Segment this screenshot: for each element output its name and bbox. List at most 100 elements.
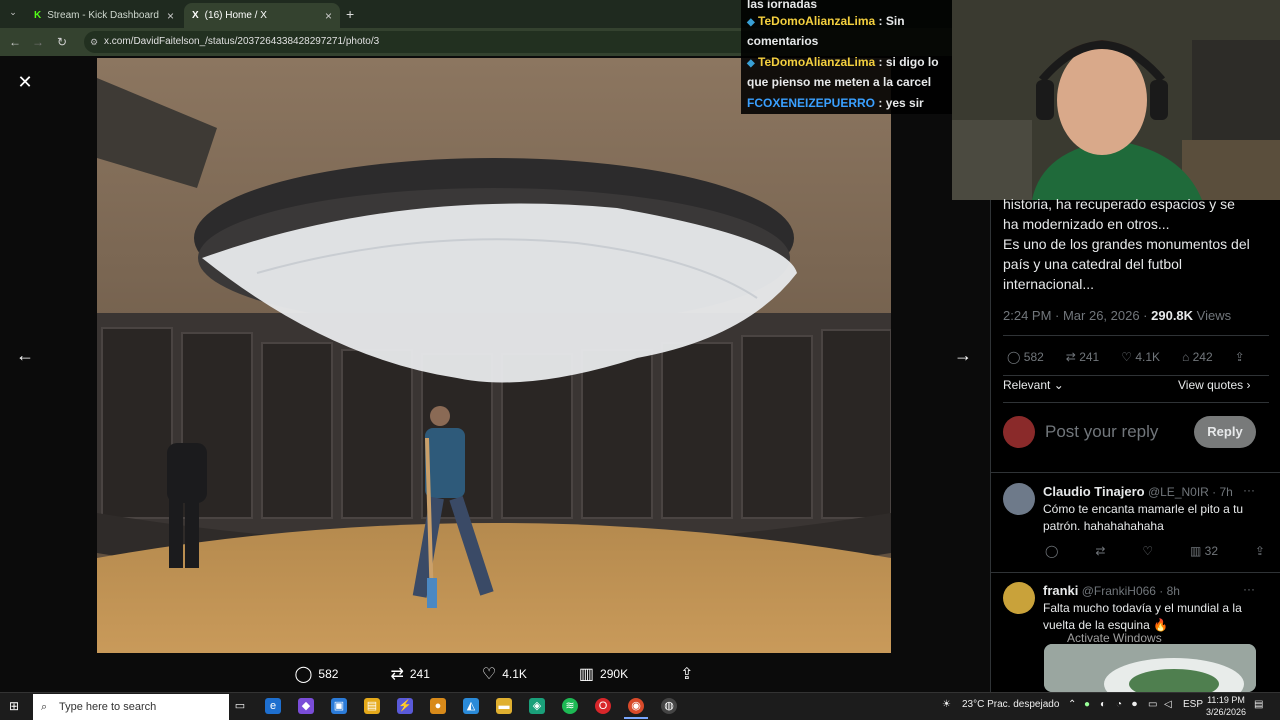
- chat-message: las jornadas: [747, 0, 818, 8]
- copilot-icon[interactable]: ◆: [298, 698, 314, 714]
- heart-icon: ♡: [481, 666, 497, 683]
- bar-chart-icon: ▥: [578, 666, 595, 683]
- opera-icon[interactable]: O: [595, 698, 611, 714]
- previous-photo-icon[interactable]: ←: [9, 339, 41, 371]
- tweet-detail-panel: historia, ha recuperado espacios y se ha…: [990, 196, 1280, 692]
- close-icon[interactable]: ×: [325, 9, 332, 23]
- avatar[interactable]: [1003, 483, 1035, 515]
- divider: [1003, 335, 1269, 336]
- divider: [991, 572, 1280, 573]
- chat-message: ◆ TeDomoAlianzaLima : si digo lo que pie…: [747, 55, 939, 89]
- gem-icon: ◆: [747, 58, 755, 69]
- reply-item: franki @FrankiH066 · 8h Falta mucho toda…: [1043, 583, 1242, 632]
- language-indicator[interactable]: ESP: [1183, 699, 1203, 710]
- views-button[interactable]: ▥ 290K: [579, 664, 628, 684]
- bookmark-count-button[interactable]: ⌂ 242: [1182, 350, 1213, 364]
- stadium-render-image: [1044, 644, 1256, 692]
- reply-input[interactable]: Post your reply: [1045, 422, 1158, 442]
- heart-icon[interactable]: ♡: [1142, 544, 1153, 558]
- app-icon[interactable]: ◭: [463, 698, 479, 714]
- new-tab-button[interactable]: +: [346, 6, 354, 22]
- reply-button[interactable]: ◯ 582: [295, 664, 339, 684]
- tray-app-icon[interactable]: ◔: [1116, 699, 1122, 710]
- chat-message: ◆ TeDomoAlianzaLima : Sin comentarios: [747, 14, 905, 48]
- edge-icon[interactable]: e: [265, 698, 281, 714]
- tweet-timestamp: 2:24 PM · Mar 26, 2026 · 290.8K Views: [1003, 308, 1232, 323]
- comment-icon: ◯: [1007, 350, 1024, 364]
- app-icon[interactable]: ◈: [529, 698, 545, 714]
- tray-app-icon[interactable]: ◐: [1100, 699, 1106, 710]
- site-info-icon[interactable]: ⚙: [90, 31, 98, 53]
- reply-stats-row: ◯ ⇄ ♡ ▥ 32 ⇪: [1045, 544, 1265, 558]
- repost-icon: ⇄: [390, 666, 404, 683]
- reply-media-image[interactable]: [1044, 644, 1256, 692]
- reply-count-button[interactable]: ◯ 582: [1007, 350, 1044, 364]
- spotify-icon[interactable]: ≋: [562, 698, 578, 714]
- tray-app-icon[interactable]: ●: [1084, 699, 1090, 710]
- reply-button[interactable]: Reply: [1194, 416, 1256, 448]
- repost-count-button[interactable]: ⇄ 241: [1066, 350, 1099, 364]
- gem-icon: ◆: [747, 17, 755, 28]
- share-icon[interactable]: ⇪: [1255, 544, 1265, 558]
- volume-icon[interactable]: ◁: [1164, 699, 1172, 710]
- close-viewer-icon[interactable]: ✕: [9, 66, 41, 98]
- forward-arrow-icon[interactable]: →: [30, 34, 46, 50]
- share-icon: ⇪: [1234, 350, 1245, 364]
- back-arrow-icon[interactable]: ←: [7, 34, 23, 50]
- file-explorer-icon[interactable]: ▤: [364, 698, 380, 714]
- clock[interactable]: 11:19 PM 3/26/2026: [1206, 694, 1246, 718]
- repost-button[interactable]: ⇄ 241: [390, 664, 429, 684]
- repost-icon[interactable]: ⇄: [1095, 544, 1105, 558]
- folder-icon[interactable]: ▬: [496, 698, 512, 714]
- chrome-icon[interactable]: ◉: [628, 698, 644, 714]
- reload-icon[interactable]: ↻: [54, 34, 70, 50]
- like-count-button[interactable]: ♡ 4.1K: [1121, 350, 1160, 364]
- stream-chat-overlay: las jornadas ◆ TeDomoAlianzaLima : Sin c…: [741, 0, 952, 114]
- tab-x-home[interactable]: X (16) Home / X ×: [184, 3, 340, 28]
- sort-dropdown[interactable]: Relevant ⌄: [1003, 378, 1064, 392]
- like-button[interactable]: ♡ 4.1K: [482, 664, 527, 684]
- views-button[interactable]: ▥ 32: [1190, 544, 1218, 558]
- x-favicon-icon: X: [192, 10, 199, 21]
- tab-list-chevron-icon[interactable]: ⌄: [6, 7, 20, 21]
- weather-text[interactable]: 23°C Prac. despejado: [962, 699, 1059, 710]
- notifications-icon[interactable]: ▤: [1254, 699, 1263, 710]
- divider: [991, 472, 1280, 473]
- store-icon[interactable]: ▣: [331, 698, 347, 714]
- network-icon[interactable]: ▭: [1148, 699, 1157, 710]
- avatar: [1003, 416, 1035, 448]
- tab-kick-dashboard[interactable]: K Stream - Kick Dashboard ×: [26, 3, 182, 28]
- more-options-icon[interactable]: ···: [1243, 483, 1255, 497]
- share-icon: ⇪: [680, 666, 694, 683]
- search-icon: ⌕: [41, 701, 48, 713]
- bookmark-icon: ⌂: [1182, 350, 1193, 364]
- share-button[interactable]: ⇪: [1235, 350, 1245, 364]
- weather-icon[interactable]: ☀: [942, 699, 951, 710]
- comment-icon[interactable]: ◯: [1045, 544, 1058, 558]
- more-options-icon[interactable]: ···: [1243, 582, 1255, 596]
- app-icon[interactable]: ⚡: [397, 698, 413, 714]
- tab-label: Stream - Kick Dashboard: [47, 10, 159, 21]
- chevron-up-icon[interactable]: ⌃: [1068, 699, 1076, 710]
- task-view-icon[interactable]: ▭: [232, 698, 248, 714]
- windows-start-icon[interactable]: ⊞: [9, 700, 21, 712]
- avatar[interactable]: [1003, 582, 1035, 614]
- app-icon[interactable]: ●: [430, 698, 446, 714]
- active-app-indicator: [624, 717, 648, 719]
- reply-item: Claudio Tinajero @LE_N0IR · 7h Cómo te e…: [1043, 484, 1244, 533]
- webcam-feed: [952, 0, 1280, 200]
- microphone-icon[interactable]: ⏺: [1132, 699, 1137, 710]
- heart-icon: ♡: [1121, 350, 1136, 364]
- taskbar-search-input[interactable]: ⌕ Type here to search: [33, 694, 229, 720]
- view-quotes-link[interactable]: View quotes ›: [1178, 378, 1251, 392]
- activate-windows-watermark: Activate Windows: [1067, 631, 1162, 645]
- photo-action-bar: ◯ 582 ⇄ 241 ♡ 4.1K ▥ 290K ⇪: [97, 656, 891, 692]
- next-photo-icon[interactable]: →: [947, 339, 979, 371]
- share-button[interactable]: ⇪: [680, 664, 693, 684]
- chat-message: FCOXENEIZEPUERRO : yes sir: [747, 96, 924, 110]
- obs-icon[interactable]: ◍: [661, 698, 677, 714]
- url-field[interactable]: ⚙ x.com/DavidFaitelson_/status/203726433…: [84, 31, 784, 53]
- divider: [1003, 375, 1269, 376]
- url-text: x.com/DavidFaitelson_/status/20372643384…: [104, 36, 380, 47]
- close-icon[interactable]: ×: [167, 9, 174, 23]
